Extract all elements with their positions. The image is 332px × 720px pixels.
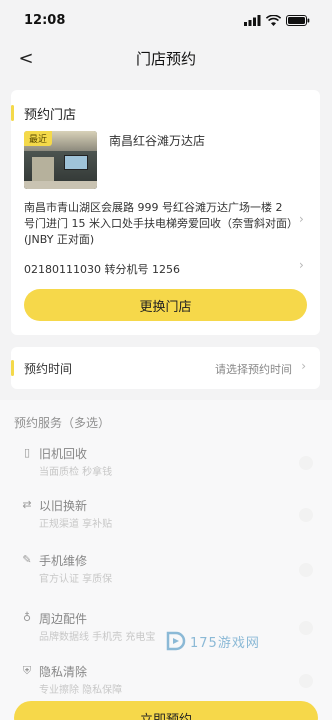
service-item-trade-in[interactable]: ⇄ 以旧换新 正规渠道 享补贴 — [11, 488, 320, 540]
phone-icon: ▯ — [23, 446, 31, 459]
time-accent — [11, 360, 14, 376]
service-checkbox[interactable] — [299, 621, 313, 635]
status-bar: 12:08 — [0, 0, 332, 40]
service-desc: 正规渠道 享补贴 — [39, 519, 113, 530]
signal-icon — [244, 14, 261, 26]
store-card: 预约门店 最近 南昌红谷滩万达店 南昌市青山湖区会展路 999 号红谷滩万达广场… — [11, 90, 320, 335]
service-item-privacy[interactable]: ⛨ 隐私清除 专业擦除 隐私保障 — [11, 654, 320, 706]
photo-screen — [64, 155, 88, 170]
service-checkbox[interactable] — [299, 508, 313, 522]
swap-icon: ⇄ — [22, 498, 32, 511]
service-desc: 当面质检 秒拿钱 — [39, 467, 113, 478]
service-desc: 官方认证 享质保 — [39, 574, 113, 585]
service-name: 旧机回收 — [39, 447, 88, 461]
service-checkbox[interactable] — [299, 674, 313, 688]
photo-window — [32, 157, 54, 181]
service-desc: 专业擦除 隐私保障 — [39, 685, 123, 696]
service-checkbox[interactable] — [299, 456, 313, 470]
store-heading-accent — [11, 105, 14, 121]
watermark: 175游戏网 — [164, 630, 260, 652]
book-now-button[interactable]: 立即预约 — [14, 701, 318, 720]
change-store-button[interactable]: 更换门店 — [24, 289, 307, 321]
store-photo: 最近 — [24, 131, 97, 189]
wrench-icon: ✎ — [22, 553, 32, 566]
accessory-icon: ♁ — [22, 611, 32, 624]
time-card[interactable]: 预约时间 请选择预约时间 › — [11, 347, 320, 389]
wifi-icon — [266, 14, 281, 26]
back-arrow-icon: < — [18, 47, 34, 69]
services-title: 预约服务（多选） — [14, 416, 111, 430]
status-icons — [244, 14, 310, 26]
nav-bar: < 门店预约 — [0, 40, 332, 76]
service-name: 隐私清除 — [39, 665, 88, 679]
service-name: 以旧换新 — [39, 499, 88, 513]
page-title: 门店预约 — [135, 49, 196, 68]
status-time: 12:08 — [24, 12, 66, 28]
time-label: 预约时间 — [24, 362, 73, 376]
photo-floor — [24, 181, 97, 189]
nearest-badge: 最近 — [24, 131, 53, 146]
service-desc: 品牌数据线 手机壳 充电宝 — [39, 632, 156, 643]
watermark-logo-icon — [166, 631, 186, 651]
service-item-recycle[interactable]: ▯ 旧机回收 当面质检 秒拿钱 — [11, 436, 320, 488]
service-checkbox[interactable] — [299, 563, 313, 577]
back-button[interactable]: < — [14, 46, 38, 70]
store-name: 南昌红谷滩万达店 — [109, 134, 206, 148]
store-address: 南昌市青山湖区会展路 999 号红谷滩万达广场一楼 2 号门进门 15 米入口处… — [24, 201, 293, 246]
watermark-text: 175游戏网 — [190, 635, 260, 651]
service-name: 手机维修 — [39, 554, 88, 568]
service-name: 周边配件 — [39, 612, 88, 626]
phone-chevron-icon: › — [299, 258, 304, 272]
store-heading: 预约门店 — [24, 108, 77, 123]
service-item-repair[interactable]: ✎ 手机维修 官方认证 享质保 — [11, 543, 320, 595]
shield-icon: ⛨ — [22, 664, 32, 677]
address-chevron-icon: › — [299, 212, 304, 226]
store-phone: 02180111030 转分机号 1256 — [24, 263, 180, 276]
battery-icon — [286, 14, 310, 26]
time-picker-placeholder: 请选择预约时间 — [215, 363, 292, 376]
time-chevron-icon: › — [301, 359, 306, 373]
